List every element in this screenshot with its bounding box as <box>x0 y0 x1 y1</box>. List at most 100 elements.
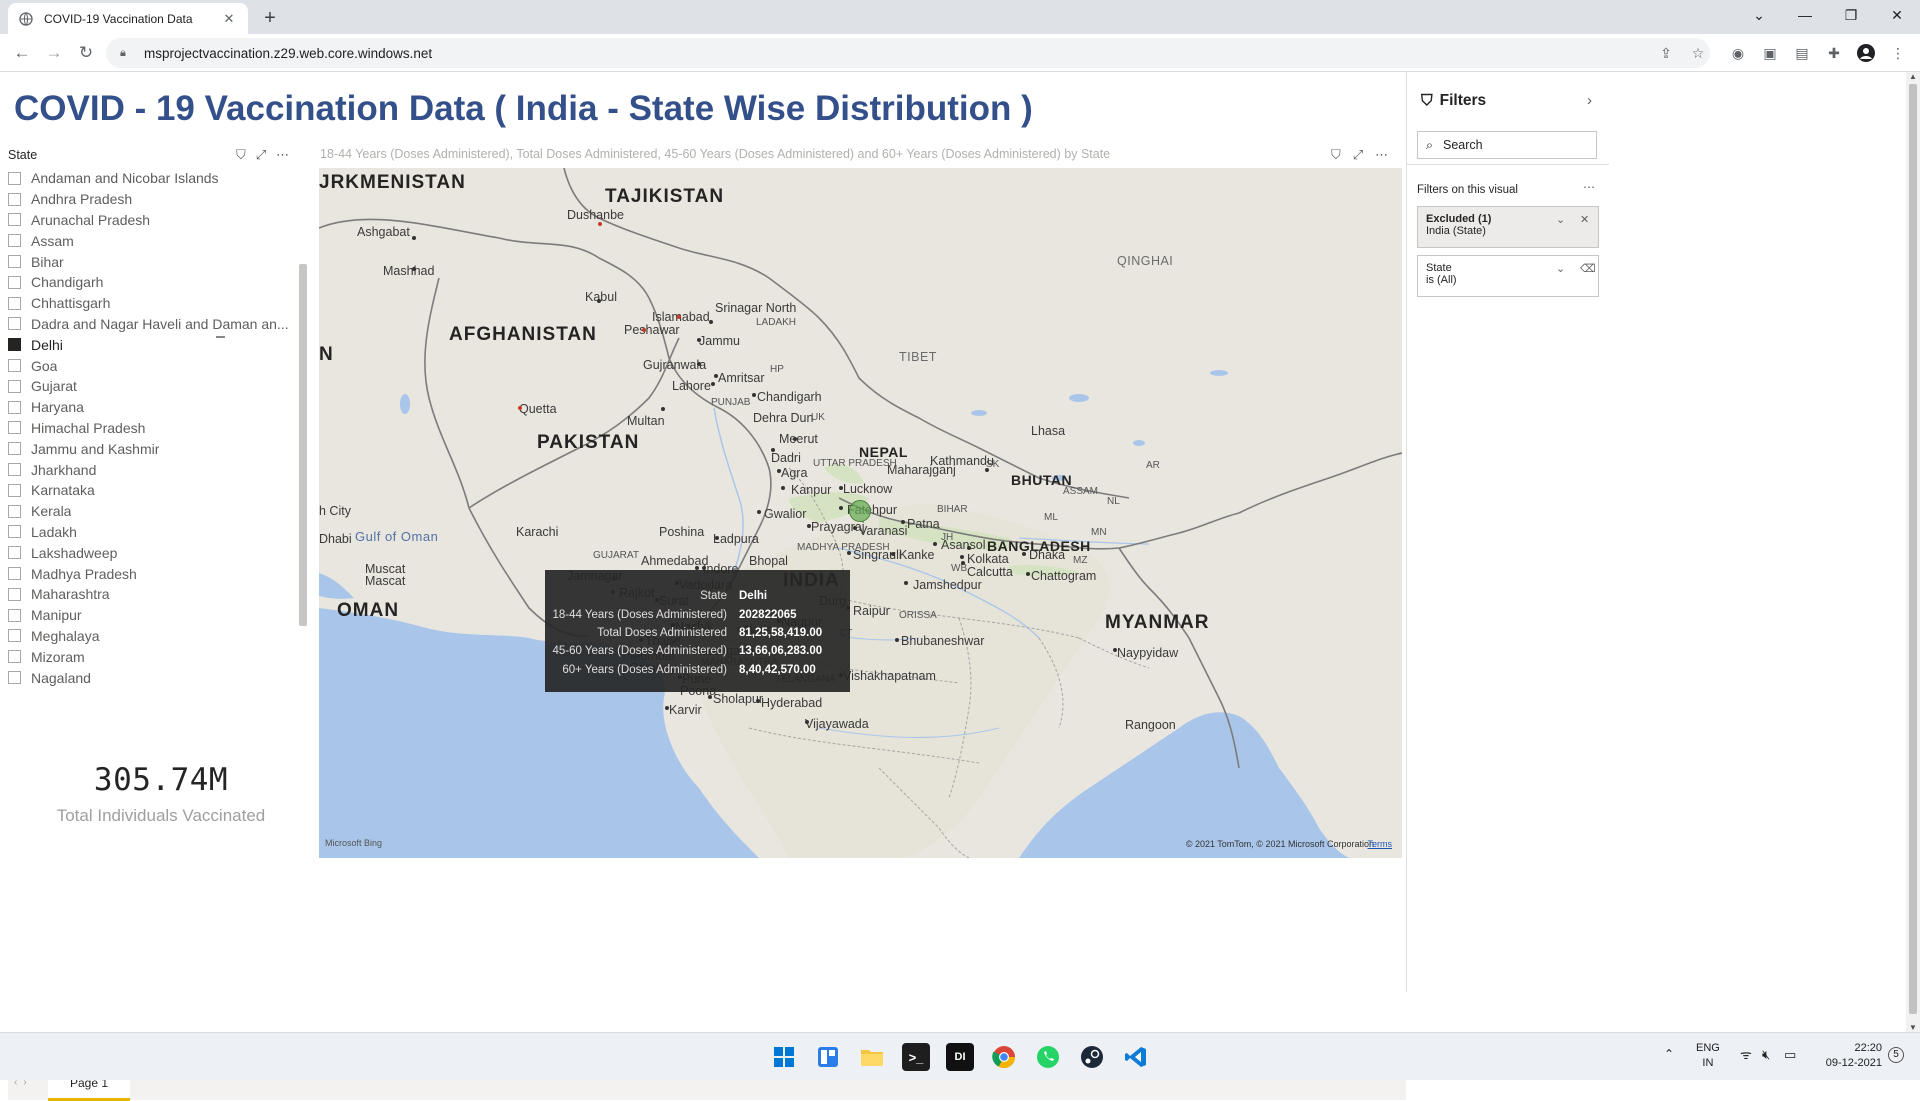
page-scrollbar[interactable]: ▲ ▼ <box>1906 72 1920 1032</box>
reload-icon[interactable]: ↻ <box>72 39 100 67</box>
forward-icon[interactable]: → <box>40 39 68 67</box>
minimize-button[interactable]: — <box>1782 0 1828 30</box>
checkbox[interactable] <box>8 587 21 601</box>
checkbox[interactable] <box>8 483 21 497</box>
slicer-item[interactable]: Gujarat <box>8 376 298 397</box>
checkbox[interactable] <box>8 171 21 185</box>
filter-card-excluded[interactable]: Excluded (1) India (State) ⌄ ✕ <box>1417 206 1599 248</box>
more-options-icon[interactable]: ⋯ <box>276 147 289 163</box>
chevron-down-icon[interactable]: ⌄ <box>1556 213 1565 226</box>
checkbox[interactable] <box>8 317 21 331</box>
slicer-item[interactable]: Dadra and Nagar Haveli and Daman an... <box>8 314 298 335</box>
checkbox[interactable] <box>8 546 21 560</box>
slicer-item[interactable]: Andhra Pradesh <box>8 189 298 210</box>
slicer-item[interactable]: Lakshadweep <box>8 542 298 563</box>
slicer-item[interactable]: Andaman and Nicobar Islands <box>8 168 298 189</box>
slicer-item[interactable]: Assam <box>8 230 298 251</box>
puzzle-extensions-icon[interactable]: ✚ <box>1824 43 1844 63</box>
slicer-item[interactable]: Haryana <box>8 397 298 418</box>
share-icon[interactable]: ⇪ <box>1656 43 1676 63</box>
vscode-icon[interactable] <box>1122 1043 1150 1071</box>
new-tab-button[interactable]: + <box>258 6 282 30</box>
checkbox[interactable] <box>8 421 21 435</box>
restore-button[interactable]: ❐ <box>1828 0 1874 30</box>
checkbox[interactable] <box>8 255 21 269</box>
terminal-icon[interactable]: >_ <box>902 1043 930 1071</box>
browser-menu-icon[interactable]: ⋮ <box>1888 43 1908 63</box>
focus-mode-icon[interactable]: ⤢ <box>256 147 266 163</box>
scroll-up-icon[interactable]: ▲ <box>1909 72 1917 81</box>
filters-search-input[interactable]: ⌕ Search <box>1417 131 1597 159</box>
address-bar[interactable]: 🔒︎ msprojectvaccination.z29.web.core.win… <box>106 38 1710 68</box>
battery-icon[interactable]: ▭ <box>1784 1047 1796 1062</box>
checkbox[interactable] <box>8 400 21 414</box>
chevron-down-icon[interactable]: ⌄ <box>1556 262 1565 275</box>
checkbox[interactable] <box>8 192 21 206</box>
camera-extension-icon[interactable]: ◉ <box>1728 43 1748 63</box>
chrome-icon[interactable] <box>990 1043 1018 1071</box>
checkbox[interactable] <box>8 671 21 685</box>
checkbox[interactable] <box>8 379 21 393</box>
delhi-data-bubble[interactable] <box>849 500 871 522</box>
filter-icon[interactable]: ⛉ <box>236 147 246 163</box>
checkbox[interactable] <box>8 234 21 248</box>
slicer-item[interactable]: Nagaland <box>8 667 298 688</box>
notification-badge[interactable]: 5 <box>1888 1047 1904 1063</box>
checkbox[interactable] <box>8 629 21 643</box>
close-tab-icon[interactable]: ✕ <box>220 10 238 28</box>
volume-muted-icon[interactable]: 🔇︎ <box>1762 1047 1770 1062</box>
slicer-item[interactable]: Meghalaya <box>8 626 298 647</box>
slicer-item[interactable]: Bihar <box>8 251 298 272</box>
back-icon[interactable]: ← <box>8 39 36 67</box>
map-terms-link[interactable]: Terms <box>1368 839 1393 849</box>
slicer-item[interactable]: Himachal Pradesh <box>8 418 298 439</box>
browser-tab[interactable]: COVID-19 Vaccination Data ✕ <box>8 3 248 34</box>
bookmark-star-icon[interactable]: ☆ <box>1688 43 1708 63</box>
close-window-button[interactable]: ✕ <box>1874 0 1920 30</box>
extension-icon[interactable]: ▣ <box>1760 43 1780 63</box>
slicer-item[interactable]: Jammu and Kashmir <box>8 438 298 459</box>
eraser-icon[interactable]: ⌫ <box>1580 262 1596 275</box>
checkbox[interactable] <box>8 608 21 622</box>
clear-filter-icon[interactable]: ✕ <box>1580 213 1589 226</box>
whatsapp-icon[interactable] <box>1034 1043 1062 1071</box>
clock[interactable]: 22:20 09-12-2021 <box>1812 1041 1882 1071</box>
scrollbar-thumb[interactable] <box>1909 84 1917 1014</box>
windows-start-icon[interactable] <box>770 1043 798 1071</box>
collapse-filters-icon[interactable]: › <box>1587 92 1592 109</box>
focus-mode-icon[interactable]: ⤢ <box>1353 147 1363 163</box>
slicer-scrollbar[interactable] <box>299 264 307 626</box>
language-indicator[interactable]: ENG IN <box>1696 1041 1720 1071</box>
slicer-item[interactable]: Delhi <box>8 334 298 355</box>
checkbox[interactable] <box>8 525 21 539</box>
tab-search-icon[interactable]: ⌄ <box>1736 0 1782 30</box>
tray-overflow-icon[interactable]: ⌃ <box>1664 1047 1674 1062</box>
checkbox[interactable] <box>8 338 21 352</box>
filter-icon[interactable]: ⛉ <box>1331 147 1341 163</box>
slicer-item[interactable]: Ladakh <box>8 522 298 543</box>
slicer-item[interactable]: Mizoram <box>8 646 298 667</box>
steam-icon[interactable] <box>1078 1043 1106 1071</box>
slicer-item[interactable]: Kerala <box>8 501 298 522</box>
slicer-item[interactable]: Goa <box>8 355 298 376</box>
filter-card-state[interactable]: State is (All) ⌄ ⌫ <box>1417 255 1599 297</box>
profile-avatar-icon[interactable] <box>1856 43 1876 63</box>
checkbox[interactable] <box>8 442 21 456</box>
checkbox[interactable] <box>8 213 21 227</box>
more-options-icon[interactable]: ⋯ <box>1375 147 1388 163</box>
checkbox[interactable] <box>8 359 21 373</box>
checkbox[interactable] <box>8 504 21 518</box>
slicer-item[interactable]: Manipur <box>8 605 298 626</box>
extension-icon-2[interactable]: ▤ <box>1792 43 1812 63</box>
scroll-down-icon[interactable]: ▼ <box>1909 1023 1917 1032</box>
wifi-icon[interactable]: ᯤ <box>1740 1047 1752 1062</box>
checkbox[interactable] <box>8 650 21 664</box>
slicer-item[interactable]: Chhattisgarh <box>8 293 298 314</box>
slicer-item[interactable]: Jharkhand <box>8 459 298 480</box>
slicer-item[interactable]: Maharashtra <box>8 584 298 605</box>
more-options-icon[interactable]: ⋯ <box>1583 180 1595 194</box>
slicer-item[interactable]: Arunachal Pradesh <box>8 210 298 231</box>
checkbox[interactable] <box>8 296 21 310</box>
slicer-item[interactable]: Madhya Pradesh <box>8 563 298 584</box>
file-explorer-icon[interactable] <box>858 1043 886 1071</box>
